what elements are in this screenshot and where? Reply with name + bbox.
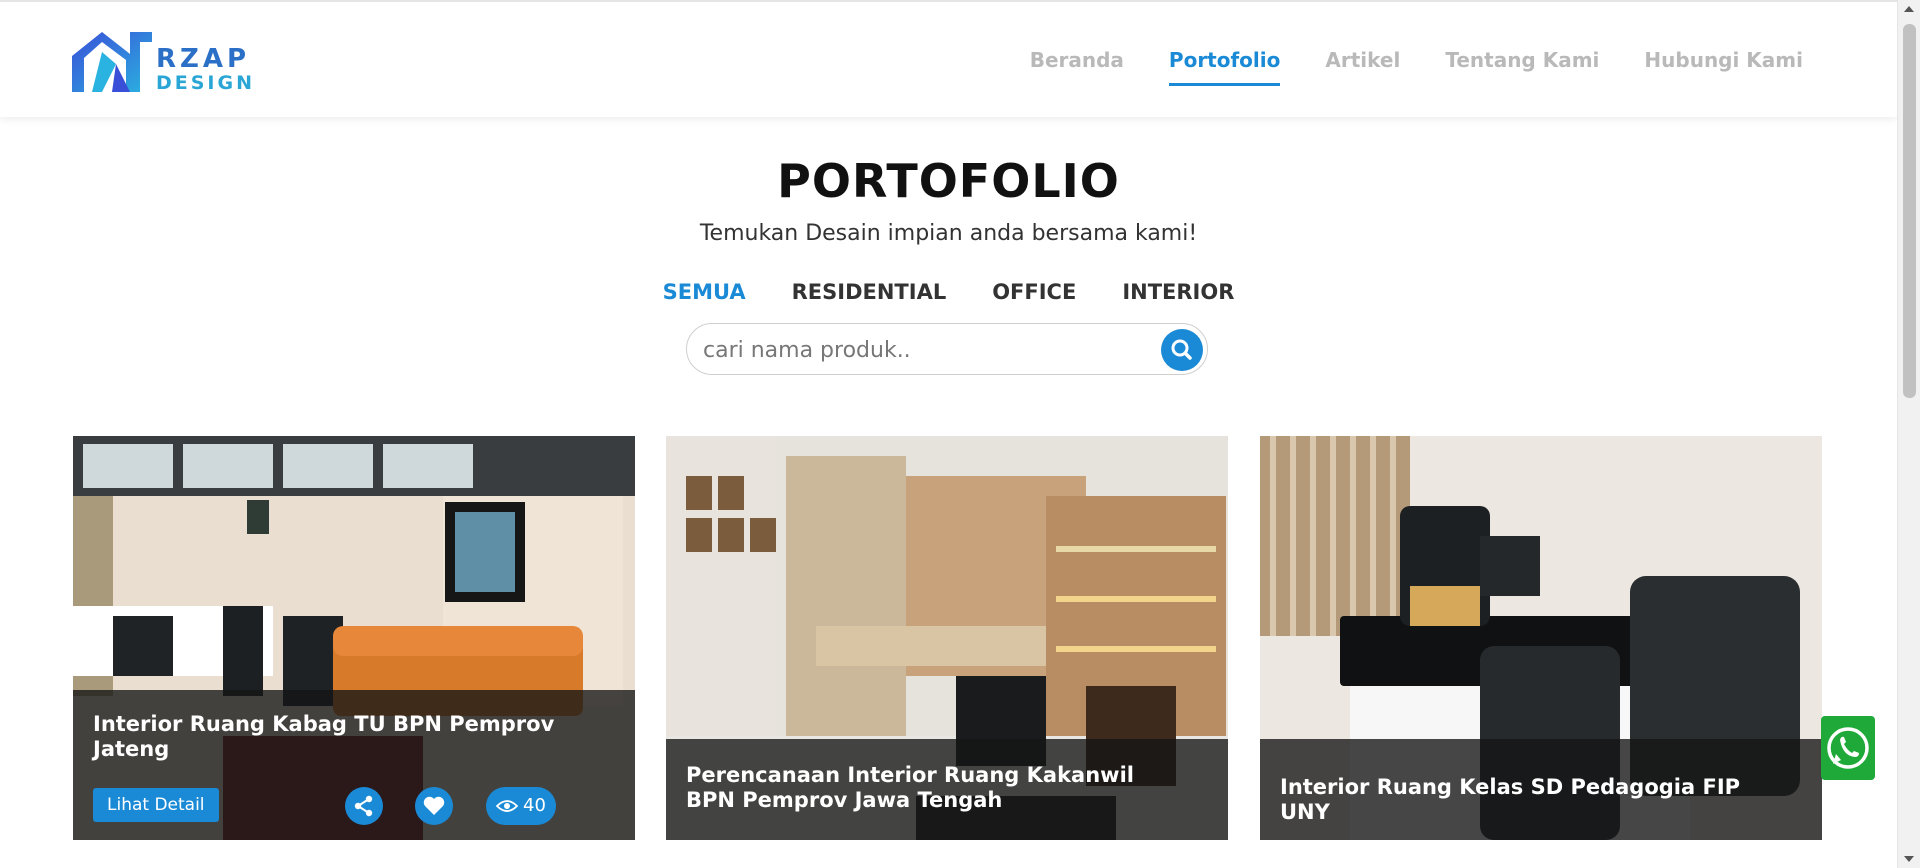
whatsapp-icon — [1827, 727, 1869, 769]
scroll-down-arrow-icon[interactable] — [1904, 856, 1914, 862]
views-badge: 40 — [486, 787, 556, 825]
scroll-thumb[interactable] — [1903, 24, 1916, 398]
card-overlay: Interior Ruang Kelas SD Pedagogia FIP UN… — [1260, 739, 1822, 840]
page-title: PORTOFOLIO — [777, 154, 1120, 208]
search-box — [686, 323, 1208, 375]
views-count: 40 — [523, 795, 546, 816]
card-title: Interior Ruang Kabag TU BPN Pemprov Jate… — [93, 712, 555, 761]
card-overlay: Perencanaan Interior Ruang Kakanwil BPN … — [666, 739, 1228, 840]
logo-house-icon — [72, 32, 152, 92]
main-nav: Beranda Portofolio Artikel Tentang Kami … — [1030, 48, 1803, 86]
search-input[interactable] — [703, 334, 1143, 366]
nav-tentang-kami[interactable]: Tentang Kami — [1445, 48, 1599, 86]
filter-semua[interactable]: SEMUA — [663, 280, 746, 304]
filter-residential[interactable]: RESIDENTIAL — [792, 280, 947, 304]
heart-icon — [423, 796, 445, 815]
share-button[interactable] — [345, 787, 383, 825]
portfolio-card[interactable]: Interior Ruang Kabag TU BPN Pemprov Jate… — [73, 436, 635, 840]
brand-wordmark: RZAP DESIGN — [156, 46, 255, 93]
search-icon — [1171, 339, 1192, 360]
filter-office[interactable]: OFFICE — [992, 280, 1076, 304]
brand-line1: RZAP — [156, 44, 251, 74]
like-button[interactable] — [415, 787, 453, 825]
nav-hubungi-kami[interactable]: Hubungi Kami — [1644, 48, 1803, 86]
detail-button[interactable]: Lihat Detail — [93, 788, 219, 822]
nav-artikel[interactable]: Artikel — [1325, 48, 1400, 86]
filter-interior[interactable]: INTERIOR — [1122, 280, 1234, 304]
page-subtitle: Temukan Desain impian anda bersama kami! — [699, 221, 1198, 246]
whatsapp-button[interactable] — [1821, 716, 1875, 780]
share-icon — [354, 795, 373, 817]
brand-line2: DESIGN — [156, 72, 256, 94]
brand-logo[interactable]: RZAP DESIGN — [72, 30, 262, 94]
scroll-up-arrow-icon[interactable] — [1904, 6, 1914, 12]
card-title: Perencanaan Interior Ruang Kakanwil BPN … — [686, 763, 1134, 812]
nav-beranda[interactable]: Beranda — [1030, 48, 1124, 86]
site-header: RZAP DESIGN Beranda Portofolio Artikel T… — [0, 0, 1897, 117]
page-scrollbar[interactable] — [1897, 0, 1920, 868]
portfolio-card[interactable]: Interior Ruang Kelas SD Pedagogia FIP UN… — [1260, 436, 1822, 840]
portfolio-card[interactable]: Perencanaan Interior Ruang Kakanwil BPN … — [666, 436, 1228, 840]
nav-portofolio[interactable]: Portofolio — [1168, 48, 1281, 86]
search-button[interactable] — [1161, 329, 1203, 371]
eye-icon — [496, 800, 518, 812]
card-title: Interior Ruang Kelas SD Pedagogia FIP UN… — [1280, 775, 1741, 824]
card-overlay: Interior Ruang Kabag TU BPN Pemprov Jate… — [73, 690, 635, 840]
category-filters: SEMUA RESIDENTIAL OFFICE INTERIOR — [0, 280, 1897, 304]
